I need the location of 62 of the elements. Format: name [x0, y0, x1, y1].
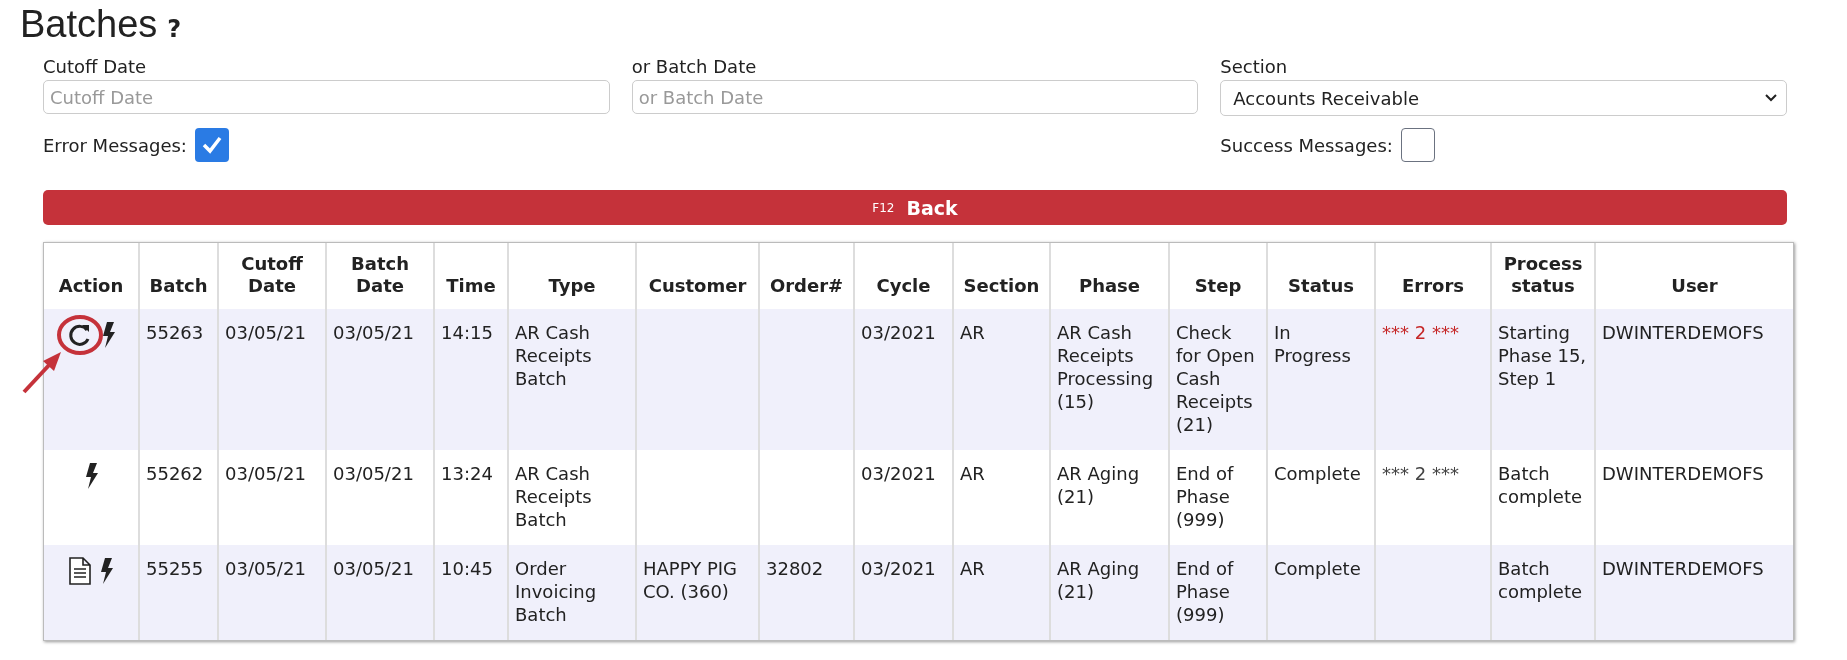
phase-cell: AR Aging (21): [1050, 545, 1169, 640]
cycle-cell: 03/2021: [854, 450, 953, 545]
cycle-cell: 03/2021: [854, 545, 953, 640]
phase-cell: AR Cash Receipts Processing (15): [1050, 309, 1169, 450]
customer-cell: HAPPY PIG CO. (360): [636, 545, 759, 640]
checkbox-label: Success Messages:: [1220, 134, 1393, 156]
step-cell: End of Phase (999): [1169, 545, 1267, 640]
date-cell: 03/05/21: [326, 450, 434, 545]
errors-cell: *** 2 ***: [1375, 450, 1491, 545]
column-header: Action: [44, 243, 139, 309]
batch-date-field[interactable]: or Batch Date: [631, 80, 1199, 114]
user-cell: DWINTERDEMOFS: [1595, 309, 1793, 450]
section-cell: AR: [953, 450, 1050, 545]
field-label: or Batch Date: [631, 55, 757, 79]
step-cell: Check for Open Cash Receipts (21): [1169, 309, 1267, 450]
checkbox[interactable]: [1400, 128, 1435, 162]
cutoff-date-field[interactable]: Cutoff Date: [43, 80, 610, 114]
section-cell: AR: [953, 545, 1050, 640]
status-cell: In Progress: [1267, 309, 1375, 450]
annotation-arrow: [20, 349, 63, 395]
batch-cell: 55263: [139, 309, 218, 450]
status-cell: Complete: [1267, 450, 1375, 545]
section-dropdown[interactable]: Accounts Receivable: [1220, 80, 1787, 116]
cycle-cell: 03/2021: [854, 309, 953, 450]
document-icon[interactable]: [68, 557, 91, 585]
checkmark-icon: [200, 134, 223, 156]
page-title: Batches: [20, 2, 158, 47]
process-status-cell: Starting Phase 15, Step 1: [1491, 309, 1595, 450]
date-cell: 03/05/21: [218, 309, 326, 450]
type-cell: AR Cash Receipts Batch: [508, 309, 636, 450]
time-cell: 14:15: [434, 309, 508, 450]
date-cell: 03/05/21: [218, 450, 326, 545]
back-button[interactable]: F12 Back: [43, 190, 1787, 225]
checkbox-label: Error Messages:: [43, 134, 187, 156]
annotation-circle: [55, 314, 104, 356]
chevron-down-icon: [1764, 93, 1778, 103]
batch-cell: 55262: [139, 450, 218, 545]
date-cell: 03/05/21: [218, 545, 326, 640]
batch-cell: 55255: [139, 545, 218, 640]
field-label: Section: [1220, 55, 1288, 79]
status-cell: Complete: [1267, 545, 1375, 640]
lightning-icon[interactable]: [98, 557, 115, 585]
process-status-cell: Batch complete: [1491, 450, 1595, 545]
field-label: Cutoff Date: [43, 55, 147, 79]
step-cell: End of Phase (999): [1169, 450, 1267, 545]
type-cell: Order Invoicing Batch: [508, 545, 636, 640]
user-cell: DWINTERDEMOFS: [1595, 545, 1793, 640]
user-cell: DWINTERDEMOFS: [1595, 450, 1793, 545]
section-cell: AR: [953, 309, 1050, 450]
time-cell: 10:45: [434, 545, 508, 640]
date-cell: 03/05/21: [326, 309, 434, 450]
phase-cell: AR Aging (21): [1050, 450, 1169, 545]
checkbox[interactable]: [194, 128, 229, 162]
process-status-cell: Batch complete: [1491, 545, 1595, 640]
type-cell: AR Cash Receipts Batch: [508, 450, 636, 545]
help-icon[interactable]: ?: [167, 15, 182, 43]
order-cell: 32802: [759, 545, 854, 640]
lightning-icon[interactable]: [83, 462, 100, 490]
date-cell: 03/05/21: [326, 545, 434, 640]
lightning-icon[interactable]: [100, 321, 117, 349]
time-cell: 13:24: [434, 450, 508, 545]
errors-cell: *** 2 ***: [1375, 309, 1491, 450]
